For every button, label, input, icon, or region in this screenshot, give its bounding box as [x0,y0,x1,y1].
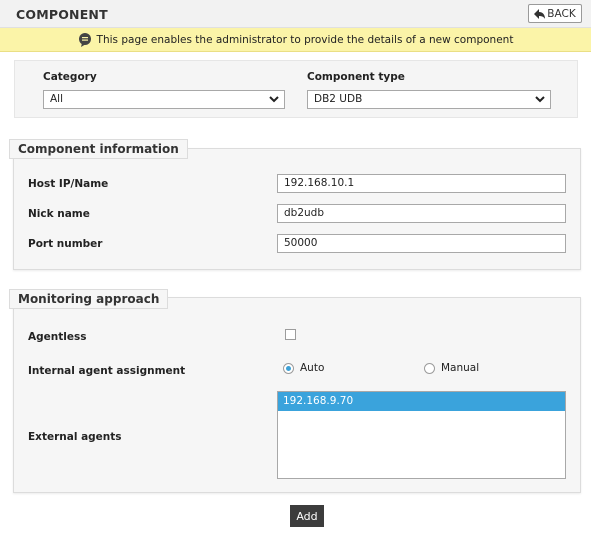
category-label: Category [43,71,97,83]
back-button-label: BACK [547,7,576,20]
agentless-checkbox[interactable] [285,329,296,340]
notice-text: This page enables the administrator to p… [96,33,514,46]
page-title: COMPONENT [16,7,108,22]
chevron-down-icon [269,96,279,103]
page-header: COMPONENT BACK [0,0,591,28]
monitoring-approach-legend: Monitoring approach [9,289,169,309]
manual-radio-label: Manual [441,362,480,374]
auto-radio-label: Auto [300,362,325,374]
port-number-label: Port number [28,238,103,250]
category-select-value: All [50,93,64,105]
nick-name-input[interactable]: db2udb [277,204,566,223]
chevron-down-icon [535,96,545,103]
add-button[interactable]: Add [290,505,324,527]
agentless-label: Agentless [28,331,87,343]
list-item[interactable]: 192.168.9.70 [278,392,565,411]
back-arrow-icon [534,8,546,19]
manual-radio[interactable] [424,363,435,374]
external-agents-label: External agents [28,431,122,443]
host-input[interactable]: 192.168.10.1 [277,174,566,193]
component-information-legend: Component information [9,139,188,159]
nick-name-label: Nick name [28,208,90,220]
auto-radio[interactable] [283,363,294,374]
speech-bubble-icon [78,32,91,47]
back-button[interactable]: BACK [528,4,582,23]
port-number-input[interactable]: 50000 [277,234,566,253]
internal-agent-assignment-label: Internal agent assignment [28,365,186,377]
host-label: Host IP/Name [28,178,109,190]
filter-bar [14,60,578,118]
component-type-select-value: DB2 UDB [314,93,363,105]
info-notice: This page enables the administrator to p… [0,28,591,52]
category-select[interactable]: All [43,90,285,109]
external-agents-listbox[interactable]: 192.168.9.70 [277,391,566,479]
component-type-label: Component type [307,71,405,83]
component-type-select[interactable]: DB2 UDB [307,90,551,109]
